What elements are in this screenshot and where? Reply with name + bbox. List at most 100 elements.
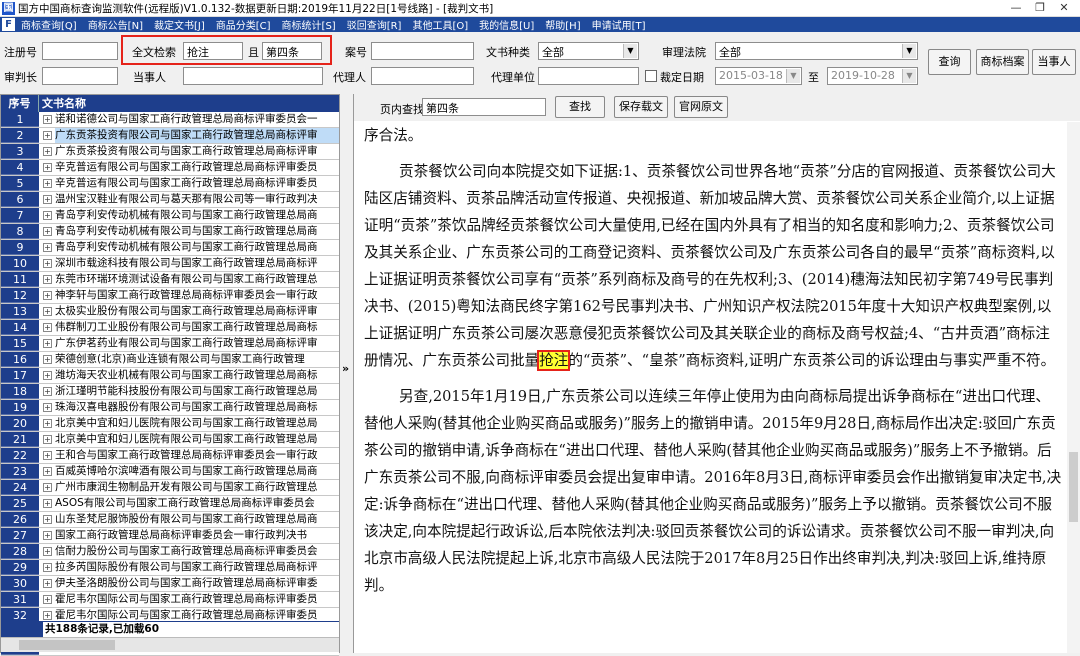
list-item[interactable]: 4 + 辛克普运有限公司与国家工商行政管理总局商标评审委员 — [1, 160, 339, 176]
horizontal-scrollbar[interactable] — [1, 637, 339, 652]
list-item[interactable]: 30 + 伊夫圣洛朗股份公司与国家工商行政管理总局商标评审委 — [1, 576, 339, 592]
list-item[interactable]: 26 + 山东圣梵尼服饰股份有限公司与国家工商行政管理总局商 — [1, 512, 339, 528]
list-item[interactable]: 11 + 东莞市环瑞环境测试设备有限公司与国家工商行政管理总 — [1, 272, 339, 288]
expand-plus-icon[interactable]: + — [43, 275, 52, 284]
list-item[interactable]: 3 + 广东贡茶投资有限公司与国家工商行政管理总局商标评审 — [1, 144, 339, 160]
agent-input[interactable] — [371, 67, 474, 85]
query-button[interactable]: 查询 — [928, 49, 971, 75]
court-select[interactable]: 全部 ▼ — [715, 42, 918, 60]
expand-plus-icon[interactable]: + — [43, 563, 52, 572]
expand-plus-icon[interactable]: + — [43, 163, 52, 172]
scroll-thumb[interactable] — [1069, 452, 1078, 522]
list-item[interactable]: 24 + 广州市康润生物制品开发有限公司与国家工商行政管理总 — [1, 480, 339, 496]
expand-plus-icon[interactable]: + — [43, 483, 52, 492]
expand-plus-icon[interactable]: + — [43, 243, 52, 252]
chevron-down-icon[interactable]: ▼ — [623, 44, 637, 58]
list-item[interactable]: 18 + 浙江瑾明节能科技股份有限公司与国家工商行政管理总局 — [1, 384, 339, 400]
expand-plus-icon[interactable]: + — [43, 307, 52, 316]
judge-input[interactable] — [42, 67, 118, 85]
list-item[interactable]: 17 + 潍坊海天农业机械有限公司与国家工商行政管理总局商标 — [1, 368, 339, 384]
menu-my-info[interactable]: 我的信息[U] — [479, 17, 534, 32]
list-item[interactable]: 7 + 青岛亨利安传动机械有限公司与国家工商行政管理总局商 — [1, 208, 339, 224]
agent-unit-input[interactable] — [538, 67, 639, 85]
list-item[interactable]: 6 + 温州宝汉鞋业有限公司与葛天那有限公司等一审行政判决 — [1, 192, 339, 208]
case-no-input[interactable] — [371, 42, 474, 60]
list-item[interactable]: 27 + 国家工商行政管理总局商标评审委员会一审行政判决书 — [1, 528, 339, 544]
date-filter-checkbox[interactable] — [645, 70, 657, 82]
chevron-down-icon[interactable]: ▼ — [902, 44, 916, 58]
expand-plus-icon[interactable]: + — [43, 179, 52, 188]
official-text-button[interactable]: 官网原文 — [674, 96, 728, 118]
list-item[interactable]: 12 + 神李轩与国家工商行政管理总局商标评审委员会一审行政 — [1, 288, 339, 304]
list-item[interactable]: 21 + 北京美中宜和妇儿医院有限公司与国家工商行政管理总局 — [1, 432, 339, 448]
expand-plus-icon[interactable]: + — [43, 291, 52, 300]
expand-plus-icon[interactable]: + — [43, 115, 52, 124]
list-item[interactable]: 31 + 霍尼韦尔国际公司与国家工商行政管理总局商标评审委员 — [1, 592, 339, 608]
list-item[interactable]: 10 + 深圳市载途科技有限公司与国家工商行政管理总局商标评 — [1, 256, 339, 272]
find-button[interactable]: 查找 — [555, 96, 605, 118]
expand-plus-icon[interactable]: + — [43, 259, 52, 268]
expand-plus-icon[interactable]: + — [43, 419, 52, 428]
expand-plus-icon[interactable]: + — [43, 371, 52, 380]
scroll-thumb[interactable] — [19, 640, 115, 650]
doctype-select[interactable]: 全部 ▼ — [538, 42, 639, 60]
chevron-down-icon[interactable]: ▼ — [902, 69, 916, 83]
list-item[interactable]: 5 + 辛克普运有限公司与国家工商行政管理总局商标评审委员 — [1, 176, 339, 192]
list-item[interactable]: 22 + 王和合与国家工商行政管理总局商标评审委员会一审行政 — [1, 448, 339, 464]
list-item[interactable]: 9 + 青岛亨利安传动机械有限公司与国家工商行政管理总局商 — [1, 240, 339, 256]
list-item[interactable]: 19 + 珠海汉喜电器股份有限公司与国家工商行政管理总局商标 — [1, 400, 339, 416]
menu-other-tools[interactable]: 其他工具[O] — [412, 17, 468, 32]
expand-plus-icon[interactable]: + — [43, 387, 52, 396]
menu-trademark-stats[interactable]: 商标统计[S] — [282, 17, 336, 32]
expand-plus-icon[interactable]: + — [43, 515, 52, 524]
menu-apply-trial[interactable]: 申请试用[T] — [592, 17, 646, 32]
expand-plus-icon[interactable]: + — [43, 467, 52, 476]
expand-plus-icon[interactable]: + — [43, 547, 52, 556]
list-item[interactable]: 25 + ASOS有限公司与国家工商行政管理总局商标评审委员会 — [1, 496, 339, 512]
list-item[interactable]: 28 + 信耐力股份公司与国家工商行政管理总局商标评审委员会 — [1, 544, 339, 560]
expand-plus-icon[interactable]: + — [43, 499, 52, 508]
list-item[interactable]: 29 + 拉多芮国际股份有限公司与国家工商行政管理总局商标评 — [1, 560, 339, 576]
expand-plus-icon[interactable]: + — [43, 435, 52, 444]
list-item[interactable]: 20 + 北京美中宜和妇儿医院有限公司与国家工商行政管理总局 — [1, 416, 339, 432]
menu-trademark-search[interactable]: 商标查询[Q] — [21, 17, 77, 32]
expand-plus-icon[interactable]: + — [43, 531, 52, 540]
expand-plus-icon[interactable]: + — [43, 595, 52, 604]
party-button[interactable]: 当事人 — [1032, 49, 1076, 75]
menu-trademark-notice[interactable]: 商标公告[N] — [88, 17, 143, 32]
expand-plus-icon[interactable]: + — [43, 611, 52, 620]
minimize-icon[interactable]: — — [1004, 0, 1028, 16]
expand-plus-icon[interactable]: + — [43, 147, 52, 156]
date-from-picker[interactable]: 2015-03-18 ▼ — [715, 67, 802, 85]
list-item[interactable]: 2 + 广东贡茶投资有限公司与国家工商行政管理总局商标评审 — [1, 128, 339, 144]
party-input[interactable] — [183, 67, 323, 85]
expand-plus-icon[interactable]: + — [43, 579, 52, 588]
reg-no-input[interactable] — [42, 42, 118, 60]
tm-archive-button[interactable]: 商标档案 — [976, 49, 1029, 75]
expand-plus-icon[interactable]: + — [43, 195, 52, 204]
expand-plus-icon[interactable]: + — [43, 403, 52, 412]
list-item[interactable]: 13 + 太极实业股份有限公司与国家工商行政管理总局商标评审 — [1, 304, 339, 320]
menu-ruling-documents[interactable]: 裁定文书[J] — [154, 17, 205, 32]
list-item[interactable]: 15 + 广东伊茗药业有限公司与国家工商行政管理总局商标评审 — [1, 336, 339, 352]
close-icon[interactable]: ✕ — [1052, 0, 1076, 16]
vertical-scrollbar[interactable] — [1067, 122, 1080, 653]
list-item[interactable]: 14 + 伟群制刀工业股份有限公司与国家工商行政管理总局商标 — [1, 320, 339, 336]
list-item[interactable]: 8 + 青岛亨利安传动机械有限公司与国家工商行政管理总局商 — [1, 224, 339, 240]
expand-plus-icon[interactable]: + — [43, 211, 52, 220]
expand-arrow-icon[interactable]: » — [342, 362, 349, 375]
chevron-down-icon[interactable]: ▼ — [786, 69, 800, 83]
restore-icon[interactable]: ❐ — [1028, 0, 1052, 16]
expand-plus-icon[interactable]: + — [43, 227, 52, 236]
expand-plus-icon[interactable]: + — [43, 131, 52, 140]
menu-rejection-search[interactable]: 驳回查询[R] — [347, 17, 402, 32]
panel-splitter[interactable]: » — [341, 94, 353, 653]
expand-plus-icon[interactable]: + — [43, 323, 52, 332]
find-input[interactable]: 第四条 — [422, 98, 546, 116]
menu-help[interactable]: 帮助[H] — [545, 17, 580, 32]
expand-plus-icon[interactable]: + — [43, 339, 52, 348]
list-item[interactable]: 23 + 百威英博哈尔滨啤酒有限公司与国家工商行政管理总局商 — [1, 464, 339, 480]
date-to-picker[interactable]: 2019-10-28 ▼ — [827, 67, 918, 85]
expand-plus-icon[interactable]: + — [43, 451, 52, 460]
expand-plus-icon[interactable]: + — [43, 355, 52, 364]
